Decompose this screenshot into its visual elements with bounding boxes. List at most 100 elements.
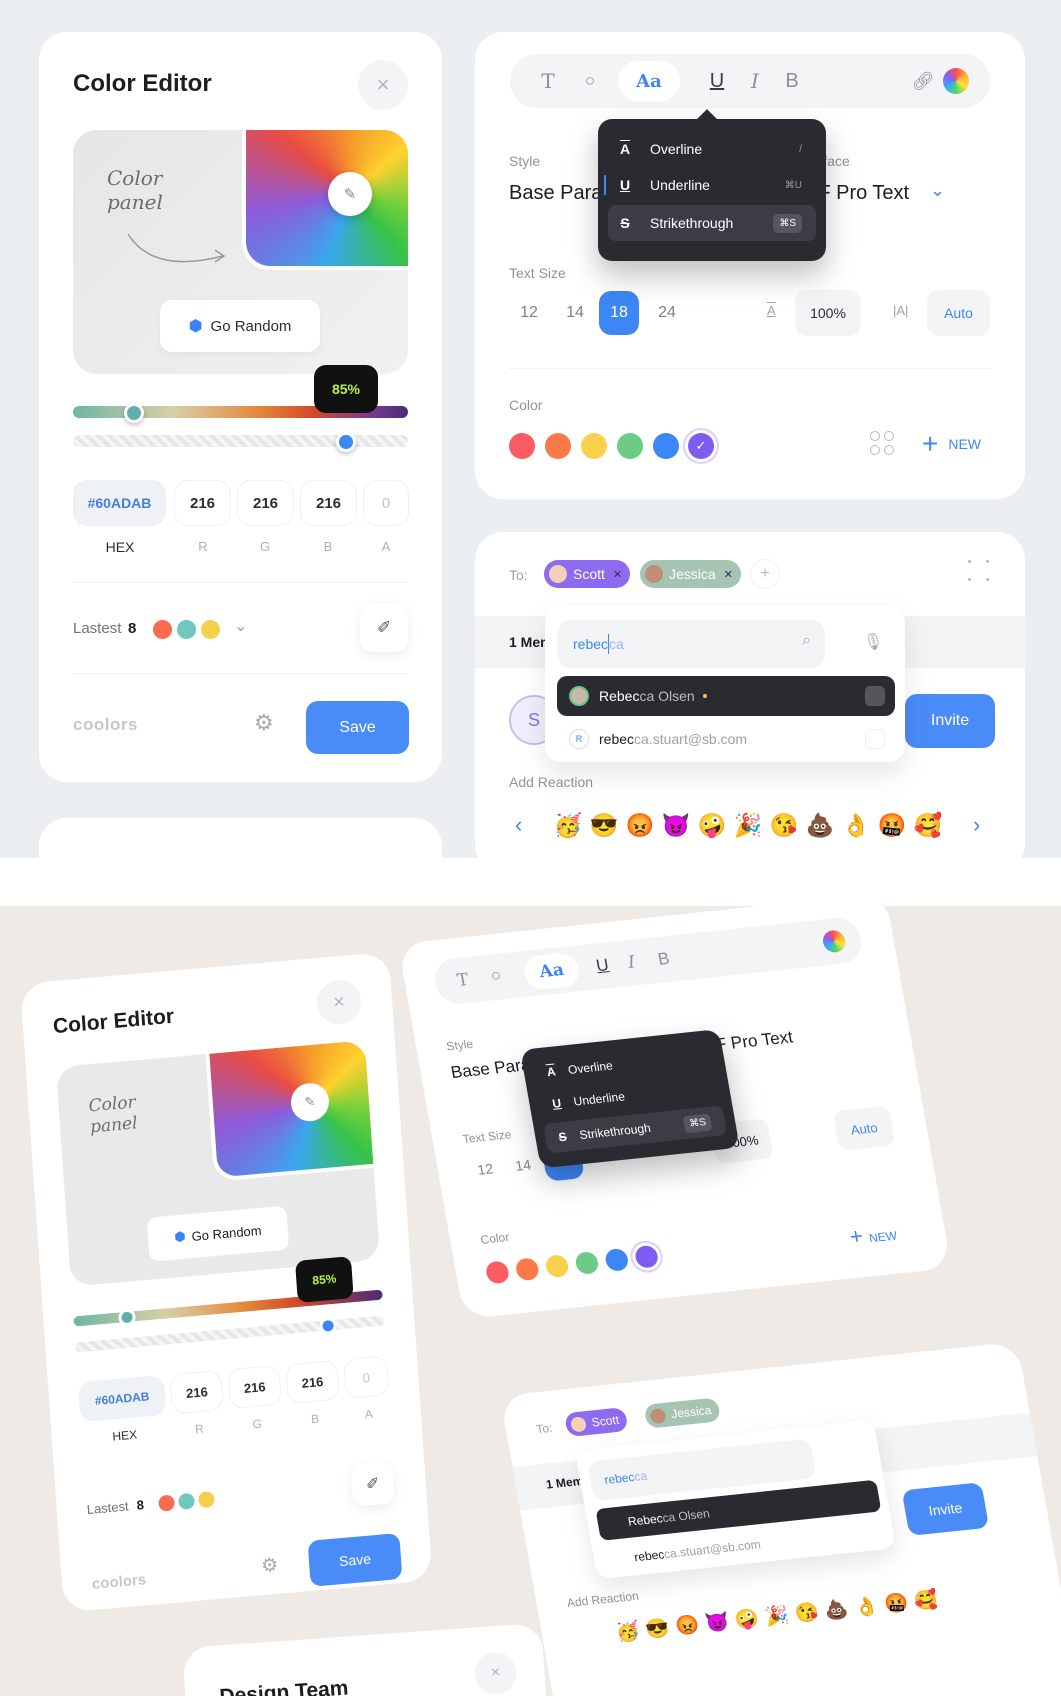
hue-slider-thumb[interactable]	[124, 403, 144, 423]
emoji-sunglasses[interactable]: 😎	[589, 812, 619, 839]
emoji-ok-hand[interactable]: 👌	[841, 812, 871, 839]
link-tool[interactable]: 🔗︎	[903, 54, 943, 108]
close-button[interactable]: ×	[315, 978, 363, 1027]
opacity-slider[interactable]	[73, 435, 408, 447]
g-input[interactable]: 216	[227, 1364, 282, 1410]
letter-spacing-input[interactable]: Auto	[832, 1105, 896, 1151]
strikethrough-option[interactable]: S Strikethrough ⌘S	[608, 205, 816, 241]
size-18[interactable]: 18	[599, 291, 639, 335]
invite-button[interactable]: Invite	[901, 1482, 990, 1536]
swatch-green[interactable]	[574, 1250, 600, 1276]
search-input[interactable]: rebec ca ⌕	[557, 620, 825, 668]
edit-color-button[interactable]: ✎	[289, 1081, 331, 1123]
emoji-popper[interactable]: 🎉	[733, 812, 763, 839]
emoji-cursing[interactable]: 🤬	[877, 812, 907, 839]
emoji-party-face[interactable]: 🥳	[611, 1619, 645, 1646]
add-recipient-button[interactable]: +	[750, 559, 780, 589]
a-input[interactable]: 0	[342, 1355, 390, 1400]
add-color-button[interactable]: + NEW	[848, 1220, 899, 1251]
latest-color-1[interactable]	[158, 1494, 176, 1512]
drop-icon[interactable]: ○	[489, 966, 503, 987]
settings-button[interactable]: ⚙	[254, 710, 274, 736]
bold-tool[interactable]: B	[656, 949, 671, 970]
close-button[interactable]: ×	[358, 60, 408, 110]
fill-tool[interactable]: ○	[570, 54, 610, 108]
opacity-slider-thumb[interactable]	[336, 432, 356, 452]
latest-color-2[interactable]	[177, 1492, 196, 1511]
emoji-party-face[interactable]: 🥳	[553, 812, 583, 839]
emoji-devil[interactable]: 😈	[700, 1609, 734, 1636]
underline-option[interactable]: U Underline ⌘U	[604, 167, 816, 203]
swatch-green[interactable]	[617, 433, 643, 459]
opacity-slider-thumb[interactable]	[319, 1316, 338, 1336]
edit-color-button[interactable]: ✎	[328, 172, 372, 216]
emoji-popper[interactable]: 🎉	[760, 1603, 794, 1630]
emoji-angry[interactable]: 😡	[625, 812, 655, 839]
go-random-button[interactable]: ⬢ Go Random	[160, 300, 320, 352]
color-panel[interactable]: Color panel ✎ ⬢ Go Random	[55, 1040, 381, 1287]
latest-color-1[interactable]	[153, 620, 172, 639]
hue-slider-thumb[interactable]	[117, 1308, 137, 1327]
text-tool[interactable]: T	[455, 970, 470, 991]
mic-icon[interactable]: 🎙︎	[863, 632, 883, 652]
emoji-devil[interactable]: 😈	[661, 812, 691, 839]
bold-tool[interactable]: B	[772, 54, 812, 108]
close-icon[interactable]: ✕	[724, 568, 733, 581]
underline-tool[interactable]: U	[595, 955, 611, 976]
swatch-orange[interactable]	[545, 433, 571, 459]
size-14[interactable]: 14	[555, 291, 595, 335]
result-row[interactable]: R rebec ca.stuart@sb.com	[557, 722, 895, 756]
recipient-jessica[interactable]: Jessica	[643, 1397, 722, 1429]
go-random-button[interactable]: ⬢ Go Random	[146, 1205, 290, 1262]
color-panel[interactable]: Color panel ✎ ⬢ Go Random	[73, 130, 408, 374]
emoji-love[interactable]: 🥰	[909, 1587, 943, 1614]
swatch-red[interactable]	[509, 433, 535, 459]
swatch-yellow[interactable]	[581, 433, 607, 459]
latest-color-2[interactable]	[177, 620, 196, 639]
italic-tool[interactable]: I	[735, 54, 775, 108]
swatch-yellow[interactable]	[544, 1254, 570, 1279]
color-picker-tool[interactable]	[943, 68, 969, 94]
swatch-blue[interactable]	[653, 433, 679, 459]
swatch-orange[interactable]	[514, 1257, 541, 1282]
text-tool[interactable]: T	[528, 54, 568, 108]
overline-option[interactable]: A Overline /	[608, 131, 816, 167]
emoji-love[interactable]: 🥰	[913, 812, 943, 839]
r-input[interactable]: 216	[169, 1369, 225, 1415]
settings-button[interactable]: ⚙	[260, 1554, 279, 1578]
emoji-kiss[interactable]: 😘	[769, 812, 799, 839]
line-height-input[interactable]: 100%	[795, 290, 861, 336]
underline-tool[interactable]: U	[697, 54, 737, 108]
recipient-scott[interactable]: Scott	[563, 1407, 630, 1438]
emoji-zany[interactable]: 🤪	[697, 812, 727, 839]
emoji-sunglasses[interactable]: 😎	[641, 1615, 675, 1642]
font-tool[interactable]: Aa	[521, 951, 582, 991]
italic-tool[interactable]: I	[627, 952, 637, 972]
size-12[interactable]: 12	[509, 291, 549, 335]
a-input[interactable]: 0	[363, 480, 409, 526]
color-wheel-preview[interactable]: ✎	[242, 130, 408, 270]
emoji-ok-hand[interactable]: 👌	[849, 1593, 883, 1620]
chevron-down-icon[interactable]: ⌄	[930, 180, 945, 201]
recipient-jessica[interactable]: Jessica ✕	[640, 560, 741, 588]
swatch-purple-selected[interactable]	[633, 1244, 660, 1269]
swatch-blue[interactable]	[603, 1247, 630, 1272]
add-color-button[interactable]: + NEW	[922, 430, 981, 458]
emoji-poop[interactable]: 💩	[805, 812, 835, 839]
eyedropper-button[interactable]: ✐	[350, 1461, 396, 1507]
size-12[interactable]: 12	[465, 1149, 505, 1190]
size-24[interactable]: 24	[647, 291, 687, 335]
swatch-red[interactable]	[484, 1260, 511, 1285]
invite-button[interactable]: Invite	[905, 694, 995, 748]
more-icon[interactable]	[968, 560, 990, 582]
color-wheel-preview[interactable]: ✎	[205, 1040, 374, 1182]
font-tool[interactable]: Aa	[618, 61, 680, 101]
reaction-next[interactable]: ›	[973, 812, 980, 838]
save-button[interactable]: Save	[306, 701, 409, 754]
emoji-kiss[interactable]: 😘	[790, 1600, 824, 1627]
b-input[interactable]: 216	[300, 480, 357, 526]
result-row-selected[interactable]: Rebec ca Olsen	[557, 676, 895, 716]
r-input[interactable]: 216	[174, 480, 231, 526]
swatch-purple-selected[interactable]: ✓	[688, 433, 714, 459]
g-input[interactable]: 216	[237, 480, 294, 526]
